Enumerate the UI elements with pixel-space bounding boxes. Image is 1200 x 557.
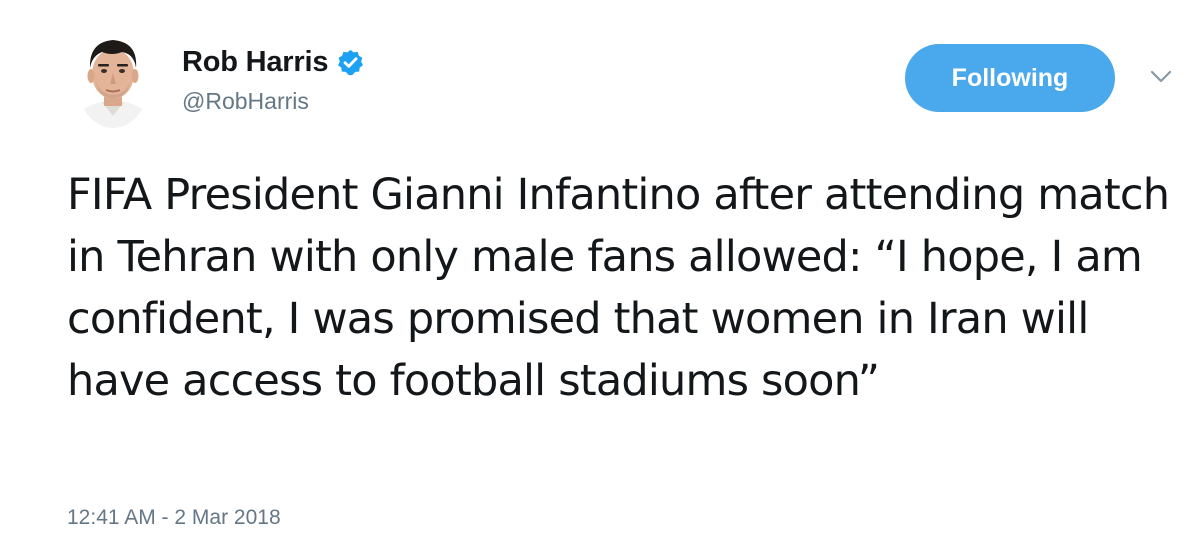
tweet-timestamp[interactable]: 12:41 AM - 2 Mar 2018 — [67, 506, 281, 530]
author-avatar[interactable] — [76, 30, 150, 128]
verified-badge-icon — [336, 48, 365, 77]
following-button[interactable]: Following — [905, 44, 1115, 112]
tweet-card: Rob Harris @RobHarris Following FIFA Pre… — [0, 0, 1200, 557]
display-name-row: Rob Harris — [182, 44, 365, 80]
author-names: Rob Harris @RobHarris — [182, 44, 365, 115]
chevron-down-icon[interactable] — [1146, 66, 1176, 88]
author-handle[interactable]: @RobHarris — [182, 88, 365, 115]
tweet-text: FIFA President Gianni Infantino after at… — [67, 170, 1170, 406]
author-display-name[interactable]: Rob Harris — [182, 46, 328, 79]
